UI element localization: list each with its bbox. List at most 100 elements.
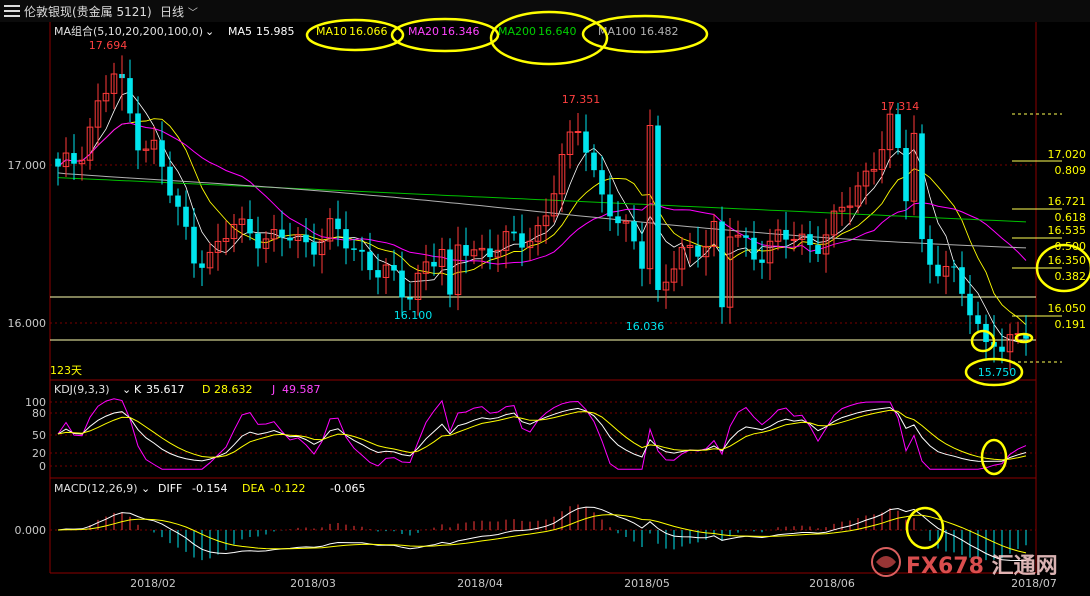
fib-price-0191: 16.050 xyxy=(1048,302,1087,315)
candle-body-down xyxy=(279,229,285,238)
price-tick-16: 16.000 xyxy=(8,317,47,330)
ma10-value: 16.066 xyxy=(349,25,388,38)
macd-legend-name[interactable]: MACD(12,26,9) xyxy=(54,482,138,495)
candle-body-down xyxy=(183,206,189,227)
ma20-value: 16.346 xyxy=(441,25,480,38)
kdj-legend-name[interactable]: KDJ(9,3,3) xyxy=(54,383,110,396)
kdj-d-label: D xyxy=(202,383,210,396)
watermark-suffix: 汇通网 xyxy=(991,554,1058,579)
candle-body-down xyxy=(311,242,317,255)
candle-body-down xyxy=(999,346,1005,352)
candle-body-down xyxy=(335,218,341,230)
high-label-jun: 17.314 xyxy=(881,100,920,113)
candle-body-down xyxy=(343,229,349,249)
candle-body-down xyxy=(591,152,597,171)
date-label-may: 2018/05 xyxy=(624,577,670,590)
macd-diff-label: DIFF xyxy=(158,482,182,495)
candle-body-down xyxy=(191,226,197,264)
kdj-k-label: K xyxy=(134,383,142,396)
candle-body-down xyxy=(247,219,253,234)
candle-body-down xyxy=(975,315,981,324)
ma5-value: 15.985 xyxy=(256,25,295,38)
watermark: FX678 汇通网 xyxy=(870,546,1075,579)
candle-body-down xyxy=(359,249,365,252)
candle-body-down xyxy=(287,237,293,241)
candle-body-down xyxy=(367,251,373,271)
fib-price-0382: 16.350 xyxy=(1048,254,1087,267)
candle-body-up xyxy=(790,238,798,241)
ma5-label: MA5 xyxy=(228,25,252,38)
candle-body-down xyxy=(431,261,437,267)
candle-body-down xyxy=(199,263,205,268)
kdj-legend-chevron-icon[interactable]: ⌄ xyxy=(122,383,131,396)
candle-body-down xyxy=(967,293,973,316)
candle-body-down xyxy=(463,245,469,256)
fib-price-0618: 16.721 xyxy=(1048,195,1087,208)
candle-body-down xyxy=(751,237,757,260)
macd-axis: 0.000 xyxy=(15,524,47,537)
fib-ratio-0191: 0.191 xyxy=(1055,318,1087,331)
macd-legend-chevron-icon[interactable]: ⌄ xyxy=(141,482,150,495)
low-label-may: 16.036 xyxy=(626,320,665,333)
candle-body-down xyxy=(135,113,141,151)
candle-body-down xyxy=(167,166,173,196)
candle-body-up xyxy=(574,131,582,134)
candle-body-down xyxy=(807,234,813,246)
kdj-k-value: 35.617 xyxy=(146,383,185,396)
candle-body-down xyxy=(959,267,965,294)
candle-body-down xyxy=(399,270,405,298)
kdj-tick-0: 0 xyxy=(39,460,46,473)
candle-body-down xyxy=(951,266,957,268)
low-label-mar: 16.100 xyxy=(394,309,433,322)
macd-dea-value: -0.122 xyxy=(270,482,305,495)
date-label-jun: 2018/06 xyxy=(809,577,855,590)
macd-tick-0: 0.000 xyxy=(15,524,47,537)
candle-body-down xyxy=(303,234,309,243)
candle-body-down xyxy=(255,233,261,249)
macd-diff-value: -0.154 xyxy=(192,482,227,495)
kdj-j-label: J xyxy=(271,383,275,396)
kdj-tick-20: 20 xyxy=(32,447,46,460)
candle-body-down xyxy=(599,170,605,195)
candle-body-down xyxy=(919,133,925,240)
candle-body-down xyxy=(55,158,61,167)
candle-body-down xyxy=(759,259,765,263)
candle-body-down xyxy=(935,264,941,277)
candle-body-down xyxy=(639,241,645,269)
candle-body-down xyxy=(519,233,525,248)
kdj-d-value: 28.632 xyxy=(214,383,253,396)
candle-body-down xyxy=(175,195,181,207)
candle-body-down xyxy=(903,148,909,202)
ma-legend-chevron-icon[interactable]: ⌄ xyxy=(205,25,214,38)
macd-value: -0.065 xyxy=(330,482,365,495)
candle-body-down xyxy=(71,153,77,164)
watermark-brand: FX678 xyxy=(906,554,984,579)
candle-body-down xyxy=(783,229,789,240)
candle-body-down xyxy=(695,245,701,257)
macd-dea-label: DEA xyxy=(242,482,265,495)
fib-ratio-0382: 0.382 xyxy=(1055,270,1087,283)
candle-body-down xyxy=(159,140,165,167)
candle-body-down xyxy=(351,248,357,250)
candle-body-down xyxy=(631,221,637,242)
fib-ratio-0809: 0.809 xyxy=(1055,164,1087,177)
days-label: 123天 xyxy=(50,364,82,377)
candle-body-down xyxy=(615,216,621,224)
high-label-jan: 17.694 xyxy=(89,39,128,52)
fib-price-0809: 17.020 xyxy=(1048,148,1087,161)
candle-body-down xyxy=(487,248,493,258)
candle-body-down xyxy=(927,239,933,265)
ma100-value: 16.482 xyxy=(640,25,679,38)
fib-ratio-0618: 0.618 xyxy=(1055,211,1087,224)
ma20-label: MA20 xyxy=(408,25,439,38)
kdj-tick-80: 80 xyxy=(32,407,46,420)
candle-body-down xyxy=(743,235,749,238)
ma-legend-name[interactable]: MA组合(5,10,20,200,100,0) xyxy=(54,24,203,38)
date-label-feb: 2018/02 xyxy=(130,577,176,590)
chart-canvas[interactable]: MA组合(5,10,20,200,100,0) ⌄ MA5 15.985 MA1… xyxy=(0,0,1090,596)
fx678-logo-icon xyxy=(871,547,901,577)
fib-price-0500: 16.535 xyxy=(1048,224,1087,237)
low-label-jun: 15.750 xyxy=(978,366,1017,379)
candle-body-down xyxy=(511,231,517,234)
ma100-label: MA100 xyxy=(598,25,636,38)
